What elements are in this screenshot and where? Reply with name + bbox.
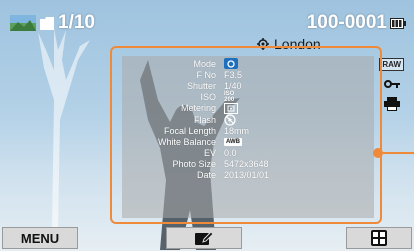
- info-highlight-frame: [110, 46, 382, 224]
- thumbnail-icon: [10, 15, 36, 31]
- edit-icon: [195, 231, 213, 245]
- callout-line: [382, 152, 414, 154]
- key-icon: [383, 80, 400, 88]
- tree-silhouette: [38, 28, 90, 230]
- folder-icon: [40, 16, 54, 30]
- callout-dot: [373, 148, 383, 158]
- grid-icon: [371, 230, 387, 246]
- thumbnail-view-button[interactable]: [346, 227, 412, 249]
- raw-badge: RAW: [379, 58, 404, 71]
- menu-button[interactable]: MENU: [2, 227, 78, 249]
- playback-screen: 1/10 100-0001 London RAW Mode F No F3.5 …: [0, 0, 414, 251]
- edit-button[interactable]: [166, 227, 242, 249]
- image-counter-group: 1/10: [10, 12, 95, 34]
- print-icon: [383, 97, 400, 111]
- file-number-group: 100-0001: [307, 12, 406, 34]
- image-counter: 1/10: [58, 12, 95, 33]
- battery-icon: [390, 17, 406, 29]
- side-status-icons: RAW: [379, 58, 404, 111]
- file-number: 100-0001: [306, 12, 387, 33]
